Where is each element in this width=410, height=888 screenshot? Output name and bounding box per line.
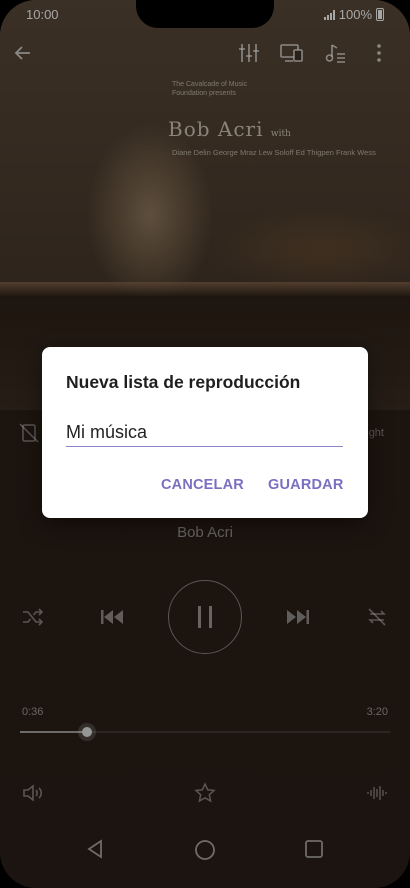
playlist-name-input[interactable] xyxy=(66,419,343,447)
cancel-button[interactable]: CANCELAR xyxy=(161,477,244,493)
dialog-title: Nueva lista de reproducción xyxy=(66,372,301,392)
save-button[interactable]: GUARDAR xyxy=(268,477,344,493)
new-playlist-dialog: Nueva lista de reproducción CANCELAR GUA… xyxy=(42,347,368,518)
music-player-screen: The Cavalcade of Music Foundation presen… xyxy=(0,0,410,888)
